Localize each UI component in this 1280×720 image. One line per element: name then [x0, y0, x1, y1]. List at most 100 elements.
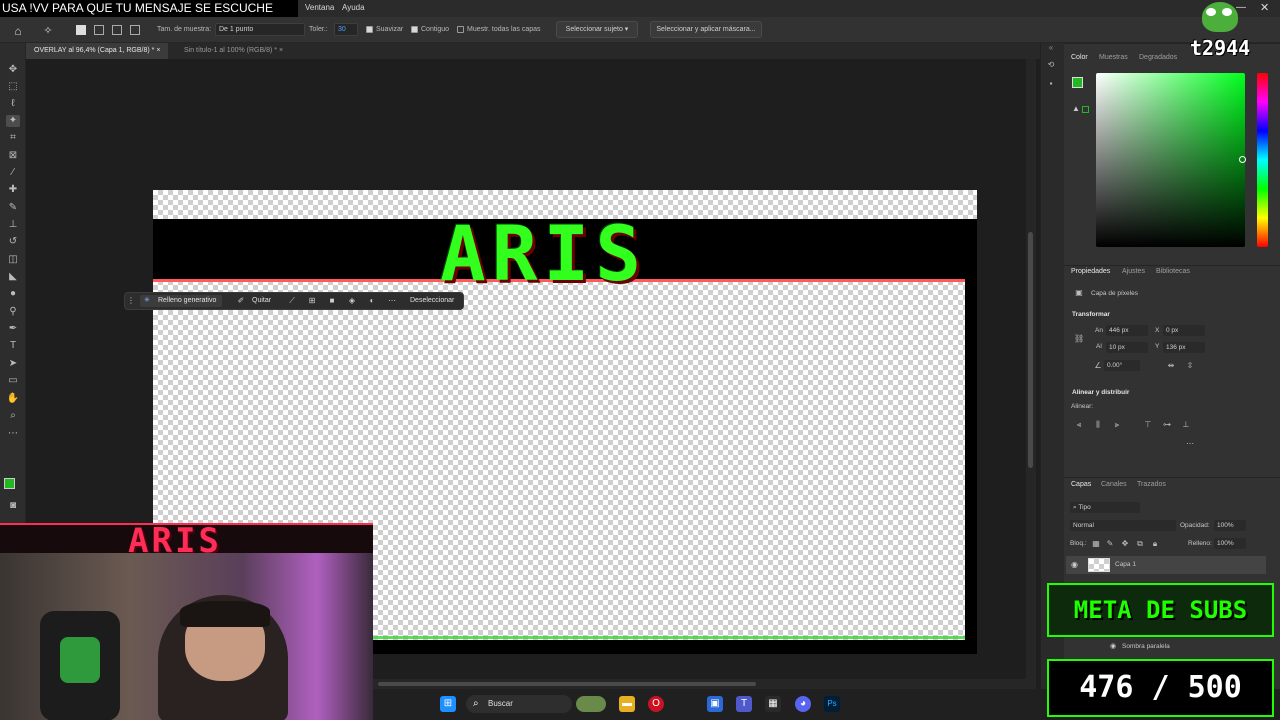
sample-all-layers-checkbox[interactable] — [457, 26, 464, 33]
tab-close-icon[interactable]: × — [279, 47, 283, 54]
color-picker-cursor[interactable] — [1239, 156, 1246, 163]
flip-horizontal-icon[interactable]: ⇹ — [1166, 361, 1176, 371]
tab-color[interactable]: Color — [1071, 53, 1088, 63]
deselect-button[interactable]: Deseleccionar — [410, 295, 454, 307]
intersect-selection-icon[interactable] — [130, 25, 140, 35]
align-bottom-icon[interactable]: ⊥ — [1181, 420, 1191, 430]
new-selection-icon[interactable] — [76, 25, 86, 35]
drag-handle-icon[interactable]: ⋮ — [126, 295, 136, 307]
generative-fill-button[interactable]: ✳ Relleno generativo — [140, 295, 222, 307]
tab-close-icon[interactable]: × — [156, 47, 160, 54]
dodge-tool-icon[interactable]: ⚲ — [6, 306, 20, 318]
x-input[interactable]: 0 px — [1163, 325, 1205, 336]
transform-section-title[interactable]: Transformar — [1072, 310, 1110, 320]
tab-swatches[interactable]: Muestras — [1099, 53, 1128, 63]
eyedropper-tool-icon[interactable]: ⁄ — [6, 167, 20, 179]
more-tools-icon[interactable]: ⋯ — [6, 428, 20, 440]
y-input[interactable]: 136 px — [1163, 342, 1205, 353]
foreground-color-swatch[interactable] — [4, 478, 15, 489]
tab-channels[interactable]: Canales — [1101, 480, 1127, 490]
tab-layers[interactable]: Capas — [1071, 480, 1091, 490]
tab-properties[interactable]: Propiedades — [1071, 267, 1110, 277]
select-and-mask-button[interactable]: Seleccionar y aplicar máscara... — [650, 21, 762, 38]
lock-position-icon[interactable]: ✥ — [1120, 539, 1130, 549]
rectangle-tool-icon[interactable]: ▭ — [6, 375, 20, 387]
clone-stamp-icon[interactable]: ⊥ — [6, 219, 20, 231]
tab-overlay[interactable]: OVERLAY al 96,4% (Capa 1, RGB/8) * × — [26, 43, 169, 59]
quick-mask-icon[interactable]: ◙ — [6, 500, 20, 512]
remove-tool-icon[interactable]: ✐ — [236, 295, 246, 307]
frame-tool-icon[interactable]: ⊠ — [6, 150, 20, 162]
layer-name[interactable]: Capa 1 — [1115, 560, 1136, 570]
brush-tool-icon[interactable]: ✎ — [6, 202, 20, 214]
align-center-icon[interactable]: ⫼ — [1093, 420, 1103, 430]
opacity-input[interactable]: 100% — [1214, 520, 1246, 531]
hand-tool-icon[interactable]: ✋ — [6, 393, 20, 405]
visibility-eye-icon[interactable]: ◉ — [1071, 559, 1078, 571]
angle-input[interactable]: 0.00° — [1104, 360, 1140, 371]
lock-artboard-icon[interactable]: ⧉ — [1135, 539, 1145, 549]
pen-tool-icon[interactable]: ✒ — [6, 323, 20, 335]
more-options-icon[interactable]: ⋯ — [387, 295, 397, 307]
brush-icon[interactable]: ⟋ — [287, 295, 297, 307]
move-tool-icon[interactable]: ✥ — [6, 64, 20, 76]
effect-eye-icon[interactable]: ◉ — [1110, 643, 1118, 651]
comments-panel-icon[interactable]: ▪ — [1046, 79, 1056, 89]
mask-icon[interactable]: ■ — [327, 295, 337, 307]
antialias-checkbox[interactable] — [366, 26, 373, 33]
history-brush-icon[interactable]: ↺ — [6, 236, 20, 248]
align-top-icon[interactable]: ⊤ — [1143, 420, 1153, 430]
align-right-icon[interactable]: ⫸ — [1112, 420, 1122, 430]
discord-icon[interactable]: ◕ — [795, 696, 811, 712]
photoshop-icon[interactable]: Ps — [824, 696, 840, 712]
healing-brush-icon[interactable]: ✚ — [6, 184, 20, 196]
remove-button[interactable]: Quitar — [252, 295, 271, 307]
fill-input[interactable]: 100% — [1214, 538, 1246, 549]
transform-icon[interactable]: ⊞ — [307, 295, 317, 307]
widget-icon[interactable] — [576, 696, 606, 712]
flip-vertical-icon[interactable]: ⇳ — [1185, 361, 1195, 371]
more-align-icon[interactable]: ⋯ — [1185, 439, 1195, 449]
tolerance-input[interactable]: 30 — [334, 23, 358, 36]
height-input[interactable]: 10 px — [1106, 342, 1148, 353]
lock-pixels-icon[interactable]: ✎ — [1105, 539, 1115, 549]
marquee-tool-icon[interactable]: ⬚ — [6, 81, 20, 93]
crop-tool-icon[interactable]: ⌗ — [6, 132, 20, 144]
vertical-scroll-thumb[interactable] — [1028, 232, 1033, 468]
path-selection-icon[interactable]: ➤ — [6, 358, 20, 370]
sample-size-select[interactable]: De 1 punto — [215, 23, 305, 36]
magic-wand-icon[interactable]: ✧ — [40, 23, 56, 39]
lasso-tool-icon[interactable]: ℓ — [6, 98, 20, 110]
select-subject-button[interactable]: Seleccionar sujeto ▾ — [556, 21, 638, 38]
add-selection-icon[interactable] — [94, 25, 104, 35]
blur-tool-icon[interactable]: ● — [6, 288, 20, 300]
width-input[interactable]: 446 px — [1106, 325, 1148, 336]
horizontal-scroll-thumb[interactable] — [378, 682, 756, 686]
opera-icon[interactable]: O — [648, 696, 664, 712]
menu-help[interactable]: Ayuda — [342, 2, 365, 14]
zoom-tool-icon[interactable]: ⌕ — [6, 410, 20, 422]
windows-start-icon[interactable]: ⊞ — [440, 696, 456, 712]
align-left-icon[interactable]: ⫷ — [1074, 420, 1084, 430]
magic-wand-tool-icon[interactable]: ✦ — [6, 115, 20, 127]
close-icon[interactable]: ✕ — [1260, 2, 1270, 14]
panel-foreground-swatch[interactable] — [1072, 77, 1083, 88]
lock-all-icon[interactable]: 🔒︎ — [1150, 539, 1160, 549]
type-tool-icon[interactable]: T — [6, 340, 20, 352]
tab-gradients[interactable]: Degradados — [1139, 53, 1177, 63]
store-icon[interactable]: ▦ — [765, 696, 781, 712]
layer-filter-select[interactable]: ⌕ Tipo — [1070, 502, 1140, 513]
tab-untitled[interactable]: Sin título-1 al 100% (RGB/8) * × — [176, 43, 291, 59]
home-icon[interactable]: ⌂ — [10, 23, 26, 39]
link-dimensions-icon[interactable]: ⛓ — [1074, 334, 1084, 344]
drop-shadow-effect[interactable]: Sombra paralela — [1122, 642, 1170, 652]
align-middle-icon[interactable]: ⊶ — [1162, 420, 1172, 430]
align-section-title[interactable]: Alinear y distribuir — [1072, 388, 1129, 398]
eraser-tool-icon[interactable]: ◫ — [6, 254, 20, 266]
file-explorer-icon[interactable]: ▬ — [619, 696, 635, 712]
invert-icon[interactable]: ◐ — [367, 295, 377, 307]
tab-libraries[interactable]: Bibliotecas — [1156, 267, 1190, 277]
history-panel-icon[interactable]: ⟲ — [1046, 60, 1056, 70]
contiguous-checkbox[interactable] — [411, 26, 418, 33]
collapse-panels-icon[interactable]: « — [1046, 43, 1056, 53]
